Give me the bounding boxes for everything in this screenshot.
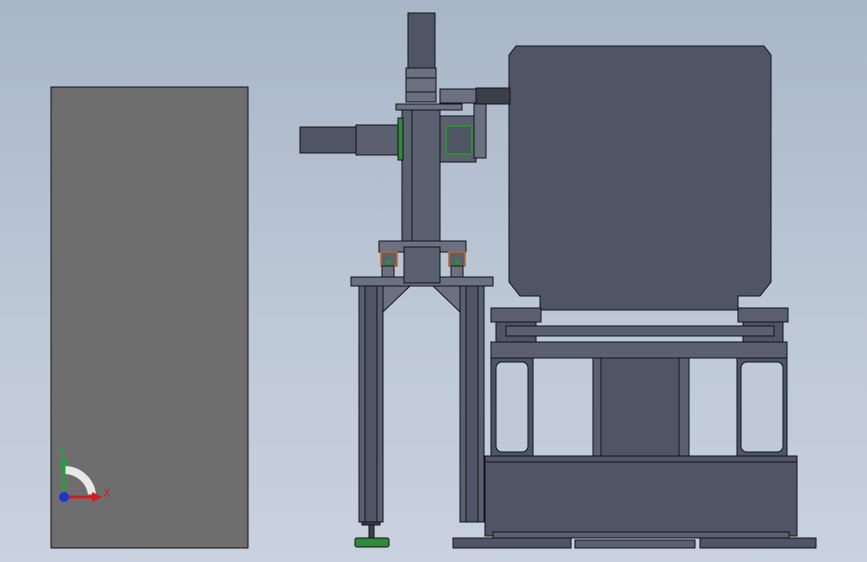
left-bracket[interactable] bbox=[490, 307, 542, 323]
stand-left-gusset[interactable] bbox=[382, 285, 412, 314]
arm-bracket[interactable] bbox=[473, 103, 487, 159]
triad-y-label: Y bbox=[58, 445, 66, 458]
base-foot-right[interactable] bbox=[699, 537, 817, 549]
spindle-stand[interactable] bbox=[350, 276, 494, 548]
base-foot-mid[interactable] bbox=[574, 539, 696, 549]
press-base[interactable] bbox=[484, 455, 798, 537]
stand-right-gusset[interactable] bbox=[431, 285, 461, 314]
side-motor-flange[interactable] bbox=[355, 124, 403, 156]
left-gear-strip bbox=[397, 117, 404, 161]
bracket-bar[interactable] bbox=[505, 325, 775, 337]
left-bearing-dot bbox=[386, 259, 392, 265]
spindle-column[interactable] bbox=[401, 109, 441, 243]
side-motor-body[interactable] bbox=[299, 126, 357, 154]
right-gearbox-inner bbox=[445, 125, 473, 155]
central-column-inner bbox=[600, 357, 680, 459]
right-bracket[interactable] bbox=[737, 307, 789, 323]
cylinder-arm[interactable] bbox=[439, 88, 477, 104]
leveling-foot-top[interactable] bbox=[361, 521, 381, 526]
right-bearing-post[interactable] bbox=[450, 265, 464, 278]
right-frame-window bbox=[740, 361, 784, 453]
leveling-foot-pad[interactable] bbox=[354, 537, 390, 548]
cylinder-tip[interactable] bbox=[475, 87, 511, 105]
press-machine[interactable] bbox=[452, 45, 817, 549]
top-motor-coupling[interactable] bbox=[405, 67, 437, 103]
base-foot-left[interactable] bbox=[452, 537, 572, 549]
base-rail[interactable] bbox=[492, 531, 790, 539]
stand-right-leg-inner bbox=[465, 285, 479, 523]
top-plate[interactable] bbox=[395, 103, 463, 111]
lower-mount-block[interactable] bbox=[403, 246, 441, 284]
left-frame-window bbox=[495, 361, 529, 453]
press-plate[interactable] bbox=[490, 341, 788, 359]
top-motor[interactable] bbox=[407, 12, 436, 69]
press-upper-body[interactable] bbox=[508, 45, 772, 311]
stand-left-leg-inner bbox=[364, 285, 378, 523]
triad-x-label: X bbox=[103, 487, 111, 500]
cad-viewport[interactable]: Y X bbox=[0, 0, 867, 562]
spindle-assembly[interactable] bbox=[299, 12, 511, 284]
right-bearing-dot bbox=[454, 259, 460, 265]
left-bearing-post[interactable] bbox=[381, 265, 395, 278]
triad-z-axis bbox=[59, 492, 69, 502]
